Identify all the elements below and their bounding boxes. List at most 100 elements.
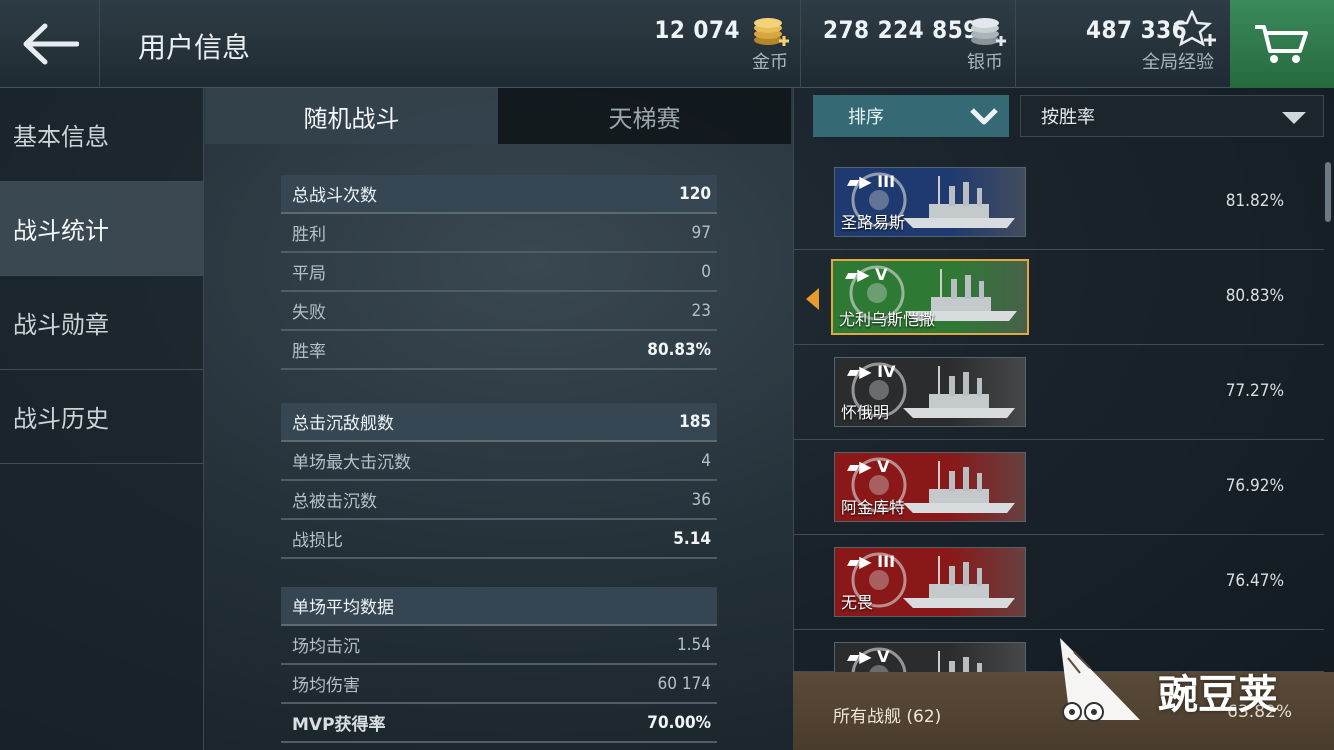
- sidebar-item-battle-history[interactable]: 战斗历史: [0, 370, 203, 464]
- ship-silhouette-icon: [903, 366, 1015, 418]
- ship-card[interactable]: ▰▶ III 无畏: [834, 547, 1026, 617]
- stat-key: 总击沉敌舰数: [292, 414, 394, 434]
- back-arrow-icon: [23, 23, 79, 65]
- shop-cart-button[interactable]: [1230, 0, 1334, 88]
- silver-amount: 278 224 859: [823, 16, 979, 44]
- stat-row: 战损比 5.14: [281, 520, 717, 559]
- sort-button-label: 排序: [848, 107, 884, 128]
- back-button[interactable]: [0, 0, 100, 88]
- gold-coins-icon: [754, 18, 789, 46]
- ship-tier: ▰▶ V: [847, 457, 890, 476]
- stat-key: MVP获得率: [292, 715, 386, 735]
- ship-tier: ▰▶ V: [845, 265, 888, 284]
- stat-key: 场均伤害: [292, 676, 360, 696]
- ship-winrate: 76.92%: [1225, 476, 1284, 496]
- gold-label: 金币: [752, 52, 788, 73]
- ship-winrate: 81.82%: [1225, 191, 1284, 211]
- ship-name: 尤利乌斯恺撒: [839, 310, 936, 329]
- sidebar-item-label: 战斗勋章: [13, 311, 109, 339]
- global-xp-label: 全局经验: [1142, 52, 1214, 73]
- stat-key: 胜利: [292, 225, 326, 245]
- stat-key: 失败: [292, 303, 326, 323]
- ship-list-item[interactable]: ▰▶ IV 怀俄明 77.27%: [794, 345, 1324, 440]
- ship-winrate: 80.83%: [1225, 286, 1284, 306]
- top-bar: 用户信息 12 074 金币 278 224 859 银币 487 336 全局…: [0, 0, 1334, 88]
- stat-key: 单场最大击沉数: [292, 453, 411, 473]
- sidebar-item-label: 战斗统计: [13, 217, 109, 245]
- stat-value: 60 174: [657, 673, 712, 694]
- stat-row: 总战斗次数 120: [281, 175, 717, 214]
- ship-list-item[interactable]: ▰▶ III 无畏 76.47%: [794, 535, 1324, 630]
- stat-value: 0: [701, 261, 711, 282]
- stat-row: 胜利 97: [281, 214, 717, 253]
- stat-key: 平局: [292, 264, 326, 284]
- stats-group-averages: 单场平均数据 场均击沉 1.54 场均伤害 60 174 MVP获得率 70.00%: [281, 587, 717, 743]
- stat-row: 场均击沉 1.54: [281, 626, 717, 665]
- sort-criteria-select[interactable]: 按胜率: [1020, 95, 1324, 137]
- ship-tier: ▰▶ III: [847, 172, 896, 191]
- stat-key: 战损比: [292, 531, 343, 551]
- stat-row: 单场平均数据: [281, 587, 717, 626]
- chevron-down-icon: [970, 108, 998, 125]
- wandoujia-logo-icon: [1060, 638, 1140, 722]
- ship-list-item[interactable]: ▰▶ V 阿金库特 76.92%: [794, 440, 1324, 535]
- ship-list-item[interactable]: ▰▶ III 圣路易斯 81.82%: [794, 155, 1324, 250]
- stats-group-battles: 总战斗次数 120 胜利 97 平局 0 失败 23 胜率 80.83%: [281, 175, 717, 370]
- cart-icon: [1255, 25, 1308, 63]
- stat-row: 总击沉敌舰数 185: [281, 403, 717, 442]
- ship-winrate: 76.47%: [1225, 571, 1284, 591]
- ship-winrate: 77.27%: [1225, 381, 1284, 401]
- sidebar-item-label: 战斗历史: [13, 405, 109, 433]
- ship-list-scrollbar[interactable]: [1325, 162, 1331, 222]
- dropdown-triangle-icon: [1282, 112, 1306, 124]
- stat-row: 失败 23: [281, 292, 717, 331]
- stat-value: 36: [691, 489, 711, 510]
- ship-name: 阿金库特: [841, 498, 906, 517]
- stat-value: 23: [691, 300, 711, 321]
- selected-ship-marker-icon: [806, 288, 819, 310]
- stat-value: 120: [679, 183, 711, 204]
- mode-tabs: 随机战斗 天梯赛: [205, 88, 792, 144]
- watermark-text: 豌豆荚: [1158, 672, 1278, 718]
- ship-card[interactable]: ▰▶ V 尤利乌斯恺撒: [831, 259, 1029, 335]
- stats-group-kills: 总击沉敌舰数 185 单场最大击沉数 4 总被击沉数 36 战损比 5.14: [281, 403, 717, 559]
- silver-currency[interactable]: 278 224 859 银币: [800, 0, 1015, 88]
- global-xp-currency[interactable]: 487 336 全局经验: [1015, 0, 1230, 88]
- ship-card[interactable]: ▰▶ III 圣路易斯: [834, 167, 1026, 237]
- stat-row: 单场最大击沉数 4: [281, 442, 717, 481]
- global-xp-amount: 487 336: [1086, 16, 1188, 44]
- sidebar-item-battle-medals[interactable]: 战斗勋章: [0, 276, 203, 370]
- ship-card[interactable]: ▰▶ V 阿金库特: [834, 452, 1026, 522]
- stat-value: 4: [701, 450, 711, 471]
- sidebar-item-battle-stats[interactable]: 战斗统计: [0, 182, 203, 276]
- sidebar-item-basic-info[interactable]: 基本信息: [0, 88, 203, 182]
- sidebar-item-label: 基本信息: [13, 123, 109, 151]
- stat-key: 胜率: [292, 342, 326, 362]
- gold-currency[interactable]: 12 074 金币: [600, 0, 800, 88]
- page-title: 用户信息: [138, 31, 251, 64]
- stat-key: 总战斗次数: [292, 186, 377, 206]
- silver-coins-icon: [971, 18, 1006, 46]
- stat-key: 场均击沉: [292, 637, 360, 657]
- wandoujia-watermark: 豌豆荚: [1050, 628, 1320, 728]
- tab-random-battle[interactable]: 随机战斗: [205, 88, 498, 144]
- sort-button[interactable]: 排序: [813, 95, 1009, 137]
- ship-card[interactable]: ▰▶ IV 怀俄明: [834, 357, 1026, 427]
- sort-criteria-value: 按胜率: [1041, 107, 1095, 128]
- stat-value: 80.83%: [647, 339, 711, 360]
- ship-tier: ▰▶ IV: [847, 362, 896, 381]
- gold-amount: 12 074: [654, 16, 740, 44]
- stat-value: 70.00%: [647, 712, 711, 733]
- ship-list-item[interactable]: ▰▶ V 尤利乌斯恺撒 80.83%: [794, 250, 1324, 345]
- ship-silhouette-icon: [903, 556, 1015, 608]
- stat-value: 185: [679, 411, 711, 432]
- sidebar: 基本信息 战斗统计 战斗勋章 战斗历史: [0, 88, 204, 750]
- stat-row: 总被击沉数 36: [281, 481, 717, 520]
- stat-value: 1.54: [676, 634, 711, 655]
- ship-name: 圣路易斯: [841, 213, 906, 232]
- ship-tier: ▰▶ V: [847, 647, 890, 666]
- stat-key: 单场平均数据: [292, 598, 394, 618]
- stat-row: MVP获得率 70.00%: [281, 704, 717, 743]
- tab-ranked[interactable]: 天梯赛: [498, 88, 791, 144]
- ship-tier: ▰▶ III: [847, 552, 896, 571]
